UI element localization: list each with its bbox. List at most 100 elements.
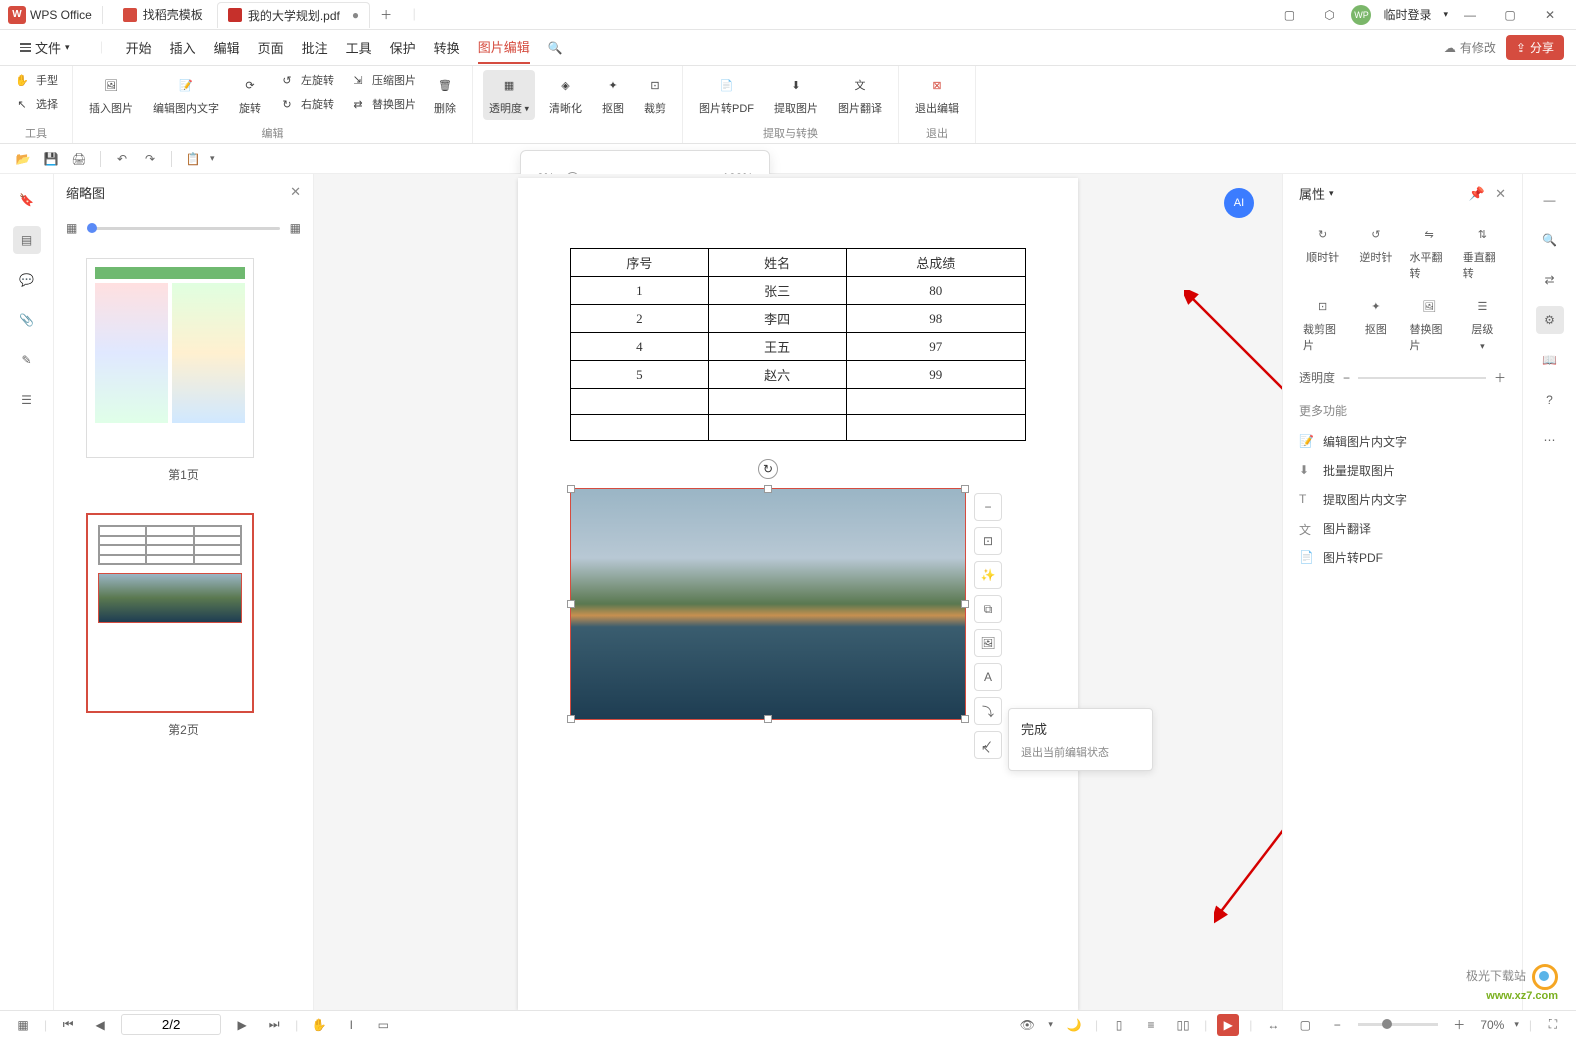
hand-tool[interactable]: ✋手型 <box>10 70 62 90</box>
undo-icon[interactable]: ↶ <box>111 148 133 170</box>
select-mode-icon[interactable]: I <box>340 1014 362 1036</box>
float-export-icon[interactable]: ⤵ <box>974 697 1002 725</box>
bookmark-icon[interactable]: 🔖 <box>13 186 41 214</box>
close-button[interactable]: ✕ <box>1532 1 1568 29</box>
view-double-icon[interactable]: ▯▯ <box>1172 1014 1194 1036</box>
attachment-icon[interactable]: 📎 <box>13 306 41 334</box>
more-img2pdf[interactable]: 📄图片转PDF <box>1299 543 1506 572</box>
right-search-icon[interactable]: 🔍 <box>1536 226 1564 254</box>
close-props-icon[interactable]: ✕ <box>1495 186 1506 202</box>
more-extract-text[interactable]: T提取图片内文字 <box>1299 485 1506 514</box>
float-text-icon[interactable]: A <box>974 663 1002 691</box>
thumbnail-icon[interactable]: ▤ <box>13 226 41 254</box>
resize-handle[interactable] <box>567 485 575 493</box>
replace-image-button[interactable]: ⇄替换图片 <box>346 94 420 114</box>
assistant-badge-icon[interactable]: AI <box>1224 188 1254 218</box>
right-transfer-icon[interactable]: ⇄ <box>1536 266 1564 294</box>
more-batch-extract[interactable]: ⬇批量提取图片 <box>1299 456 1506 485</box>
rotate-right-button[interactable]: ↻右旋转 <box>275 94 338 114</box>
right-settings-icon[interactable]: ⚙ <box>1536 306 1564 334</box>
thumb-page-1[interactable]: 第1页 <box>86 258 281 483</box>
share-button[interactable]: ⇪ 分享 <box>1506 35 1564 60</box>
opacity-slider-prop[interactable] <box>1358 377 1486 379</box>
prop-crop-button[interactable]: ⊡裁剪图片 <box>1299 291 1346 357</box>
resize-handle[interactable] <box>764 715 772 723</box>
rotate-left-button[interactable]: ↺左旋转 <box>275 70 338 90</box>
layers-icon[interactable]: ☰ <box>13 386 41 414</box>
menu-insert[interactable]: 插入 <box>170 32 196 63</box>
rotate-handle-icon[interactable]: ↻ <box>758 459 778 479</box>
cutout-button[interactable]: ✦抠图 <box>596 70 630 120</box>
opacity-button[interactable]: ▦透明度 ▾ <box>483 70 535 120</box>
search-icon[interactable]: 🔍 <box>548 41 563 55</box>
next-page-icon[interactable]: ▶ <box>231 1014 253 1036</box>
menu-image-edit[interactable]: 图片编辑 <box>478 31 530 64</box>
rotate-ccw-button[interactable]: ↺逆时针 <box>1352 219 1399 285</box>
compress-button[interactable]: ⇲压缩图片 <box>346 70 420 90</box>
more-translate[interactable]: 文图片翻译 <box>1299 514 1506 543</box>
thumb-grid-icon[interactable]: ▦ <box>66 221 77 235</box>
selected-image[interactable]: ↻ <box>570 488 966 720</box>
close-panel-icon[interactable]: ✕ <box>290 184 301 200</box>
tab-document[interactable]: 我的大学规划.pdf ● <box>217 2 370 28</box>
prop-replace-button[interactable]: 🖼替换图片 <box>1406 291 1453 357</box>
pen-icon[interactable]: ✎ <box>13 346 41 374</box>
zoom-out-icon[interactable]: − <box>1326 1014 1348 1036</box>
fullscreen-icon[interactable]: ⛶ <box>1542 1014 1564 1036</box>
fit-page-icon[interactable]: ▢ <box>1294 1014 1316 1036</box>
resize-handle[interactable] <box>567 715 575 723</box>
maximize-button[interactable]: ▢ <box>1492 1 1528 29</box>
has-changes-label[interactable]: ☁ 有修改 <box>1444 39 1496 56</box>
flip-v-button[interactable]: ⇅垂直翻转 <box>1459 219 1506 285</box>
comment-icon[interactable]: 💬 <box>13 266 41 294</box>
open-icon[interactable]: 📂 <box>12 148 34 170</box>
fit-width-icon[interactable]: ↔ <box>1262 1014 1284 1036</box>
exit-edit-button[interactable]: ⊠退出编辑 <box>909 70 965 120</box>
print-icon[interactable]: 🖨 <box>68 148 90 170</box>
thumb-zoom-slider[interactable] <box>87 227 279 230</box>
status-grid-icon[interactable]: ▦ <box>12 1014 34 1036</box>
clipboard-icon[interactable]: 📋 <box>182 148 204 170</box>
float-image-icon[interactable]: 🖼 <box>974 629 1002 657</box>
last-page-icon[interactable]: ⏭ <box>263 1014 285 1036</box>
rotate-cw-button[interactable]: ↻顺时针 <box>1299 219 1346 285</box>
right-book-icon[interactable]: 📖 <box>1536 346 1564 374</box>
resize-handle[interactable] <box>961 600 969 608</box>
translate-image-button[interactable]: 文图片翻译 <box>832 70 888 120</box>
right-minimize-icon[interactable]: — <box>1536 186 1564 214</box>
page-input[interactable] <box>121 1014 221 1035</box>
thumb-page-2[interactable]: 第2页 <box>86 513 281 738</box>
prop-cutout-button[interactable]: ✦抠图 <box>1352 291 1399 357</box>
float-done-icon[interactable]: ✓↖ <box>974 731 1002 759</box>
cube-icon[interactable]: ⬡ <box>1311 1 1347 29</box>
tab-template[interactable]: 找稻壳模板 <box>113 2 213 27</box>
resize-handle[interactable] <box>567 600 575 608</box>
login-label[interactable]: 临时登录 <box>1383 6 1431 23</box>
layout-icon[interactable]: ▢ <box>1271 1 1307 29</box>
select-tool[interactable]: ↖选择 <box>10 94 62 114</box>
float-crop-icon[interactable]: ⊡ <box>974 527 1002 555</box>
more-edit-text[interactable]: 📝编辑图片内文字 <box>1299 427 1506 456</box>
right-help-icon[interactable]: ? <box>1536 386 1564 414</box>
moon-icon[interactable]: 🌙 <box>1063 1014 1085 1036</box>
float-copy-icon[interactable]: ⧉ <box>974 595 1002 623</box>
rotate-button[interactable]: ⟳旋转 <box>233 70 267 120</box>
float-magic-icon[interactable]: ✨ <box>974 561 1002 589</box>
avatar[interactable]: WP <box>1351 5 1371 25</box>
menu-tools[interactable]: 工具 <box>346 32 372 63</box>
play-icon[interactable]: ▶ <box>1217 1014 1239 1036</box>
opacity-plus[interactable]: ＋ <box>1494 369 1506 386</box>
insert-image-button[interactable]: 🖼插入图片 <box>83 70 139 120</box>
menu-annotate[interactable]: 批注 <box>302 32 328 63</box>
flip-h-button[interactable]: ⇋水平翻转 <box>1406 219 1453 285</box>
extract-image-button[interactable]: ⬇提取图片 <box>768 70 824 120</box>
eye-icon[interactable]: 👁 <box>1016 1014 1038 1036</box>
sharpen-button[interactable]: ◈清晰化 <box>543 70 588 120</box>
prev-page-icon[interactable]: ◀ <box>89 1014 111 1036</box>
menu-edit[interactable]: 编辑 <box>214 32 240 63</box>
file-menu[interactable]: 文件 ▾ <box>12 34 78 61</box>
edit-text-in-image-button[interactable]: 📝编辑图内文字 <box>147 70 225 120</box>
first-page-icon[interactable]: ⏮ <box>57 1014 79 1036</box>
menu-convert[interactable]: 转换 <box>434 32 460 63</box>
thumb-expand-icon[interactable]: ▦ <box>290 221 301 235</box>
